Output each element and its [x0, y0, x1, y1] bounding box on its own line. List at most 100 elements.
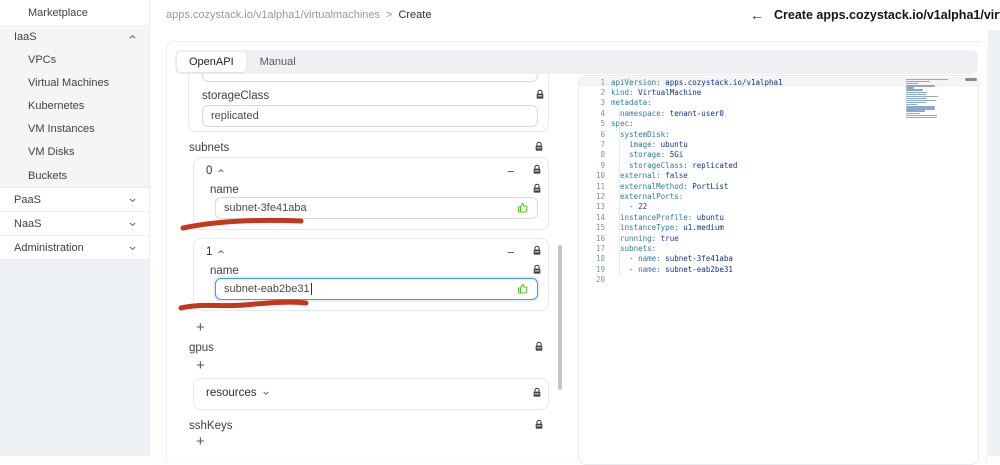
subnet-1-name-input[interactable]: subnet-eab2be31: [215, 278, 538, 300]
sidebar-group-label: PaaS: [14, 193, 41, 206]
sidebar-empty-area: [0, 260, 149, 456]
subnet-name-label: name: [210, 265, 239, 277]
form-scrollbar-thumb[interactable]: [558, 245, 562, 390]
resources-label: resources: [206, 387, 257, 399]
yaml-editor[interactable]: 1 apiVersion: apps.cozystack.io/v1alpha1 2…: [578, 75, 979, 465]
editor-scrollbar-thumb[interactable]: [965, 78, 977, 81]
editor-line: 18 - name: subnet-3fe41aba: [579, 254, 978, 264]
editor-line: 15 instanceType: u1.medium: [579, 222, 978, 232]
subnet-item-index: 0: [206, 165, 213, 177]
sidebar-group-naas[interactable]: NaaS: [0, 212, 149, 237]
gpus-label: gpus: [189, 342, 214, 354]
sshkeys-label: sshKeys: [189, 420, 233, 432]
breadcrumb-path[interactable]: apps.cozystack.io/v1alpha1/virtualmachin…: [166, 9, 380, 21]
sidebar-item-buckets[interactable]: Buckets: [0, 164, 149, 187]
editor-line: 20: [579, 274, 978, 284]
line-code: - 22: [611, 202, 648, 212]
tab-openapi[interactable]: OpenAPI: [177, 52, 246, 72]
storage-input[interactable]: 5Gi: [202, 74, 538, 82]
line-number: 19: [595, 264, 605, 274]
lock-icon: [534, 341, 544, 352]
breadcrumb-separator: >: [386, 9, 393, 21]
chevron-up-icon: [128, 33, 137, 42]
line-code: instanceType: u1.medium: [620, 223, 724, 233]
editor-minimap[interactable]: [906, 79, 950, 119]
editor-line: 14 instanceProfile: ubuntu: [579, 212, 978, 222]
line-number: 18: [595, 254, 605, 264]
line-code: subnets:: [620, 243, 657, 253]
chevron-up-icon: [218, 169, 225, 173]
line-number: 12: [595, 191, 605, 201]
chevron-down-icon: [128, 243, 137, 252]
sidebar-item-vm-instances[interactable]: VM Instances: [0, 118, 149, 141]
storageclass-input[interactable]: replicated: [202, 105, 538, 127]
add-subnet-button[interactable]: +: [196, 320, 205, 335]
storage-value: 5Gi: [211, 74, 228, 77]
editor-line: 8 storage: 5Gi: [579, 150, 978, 160]
line-number: 5: [600, 119, 605, 129]
sidebar-group-iaas-header[interactable]: IaaS: [0, 26, 149, 48]
line-number: 7: [600, 140, 605, 150]
sidebar-group-iaas: IaaS VPCs Virtual Machines Kubernetes VM In…: [0, 26, 149, 189]
line-number: 20: [595, 275, 605, 285]
lock-icon: [532, 164, 542, 175]
sidebar-item-vm-disks[interactable]: VM Disks: [0, 141, 149, 164]
thumbs-up-icon[interactable]: [517, 202, 529, 214]
line-code: externalMethod: PortList: [620, 181, 729, 191]
sidebar-group-paas[interactable]: PaaS: [0, 188, 149, 213]
line-code: external: false: [620, 171, 688, 181]
lock-icon: [535, 89, 545, 100]
sidebar-item-vpcs[interactable]: VPCs: [0, 48, 149, 71]
line-number: 6: [600, 129, 605, 139]
tab-manual[interactable]: Manual: [248, 52, 308, 72]
sidebar-item-marketplace[interactable]: Marketplace: [0, 0, 149, 26]
breadcrumb-current: Create: [398, 9, 432, 21]
subnet-item-1-header[interactable]: 1: [206, 246, 225, 258]
breadcrumb: apps.cozystack.io/v1alpha1/virtualmachin…: [166, 0, 431, 30]
remove-item-button[interactable]: −: [507, 165, 515, 178]
line-code: - name: subnet-eab2be31: [611, 264, 733, 274]
editor-line: 7 image: ubuntu: [579, 139, 978, 149]
add-gpu-button[interactable]: +: [196, 358, 205, 373]
line-number: 11: [595, 181, 605, 191]
sidebar-group-label: IaaS: [14, 31, 37, 43]
sidebar-item-virtual-machines[interactable]: Virtual Machines: [0, 71, 149, 94]
lock-icon: [532, 183, 542, 194]
page-header: ← Create apps.cozystack.io/v1alpha1/virt…: [750, 0, 1000, 30]
subnet-0-name-input[interactable]: subnet-3fe41aba: [215, 197, 538, 219]
page-title: Create apps.cozystack.io/v1alpha1/virtua…: [774, 8, 1000, 22]
back-arrow-icon[interactable]: ←: [750, 7, 764, 23]
sidebar: Marketplace IaaS VPCs Virtual Machines Kub…: [0, 0, 150, 456]
line-number: 3: [600, 98, 605, 108]
editor-line: 19 - name: subnet-eab2be31: [579, 264, 978, 274]
line-code: spec:: [611, 119, 634, 129]
resources-toggle[interactable]: resources: [206, 387, 270, 399]
line-number: 1: [600, 77, 605, 87]
text-caret: [310, 283, 312, 296]
thumbs-up-icon[interactable]: [517, 283, 529, 295]
sidebar-item-kubernetes[interactable]: Kubernetes: [0, 94, 149, 117]
subnets-label: subnets: [189, 142, 230, 154]
line-number: 4: [600, 108, 605, 118]
editor-line: 12 externalPorts:: [579, 191, 978, 201]
line-number: 13: [595, 202, 605, 212]
line-number: 14: [595, 212, 605, 222]
editor-line: 16 running: true: [579, 233, 978, 243]
sidebar-group-administration[interactable]: Administration: [0, 236, 149, 261]
lock-icon: [532, 387, 542, 398]
chevron-down-icon: [128, 195, 137, 204]
line-number: 10: [595, 171, 605, 181]
line-number: 8: [600, 150, 605, 160]
remove-item-button[interactable]: −: [507, 246, 515, 259]
line-code: kind: VirtualMachine: [611, 88, 702, 98]
sidebar-group-iaas-children: VPCs Virtual Machines Kubernetes VM Instanc…: [0, 48, 149, 187]
subnet-0-name-value: subnet-3fe41aba: [224, 202, 307, 214]
line-number: 17: [595, 243, 605, 253]
chevron-down-icon: [128, 219, 137, 228]
storageclass-value: replicated: [211, 110, 259, 122]
window-scrollbar-track[interactable]: [988, 30, 1000, 456]
subnet-item-0-header[interactable]: 0: [206, 165, 225, 177]
add-sshkey-button[interactable]: +: [196, 434, 205, 449]
subnet-item-0-card: [193, 157, 549, 230]
line-code: image: ubuntu: [629, 140, 688, 150]
